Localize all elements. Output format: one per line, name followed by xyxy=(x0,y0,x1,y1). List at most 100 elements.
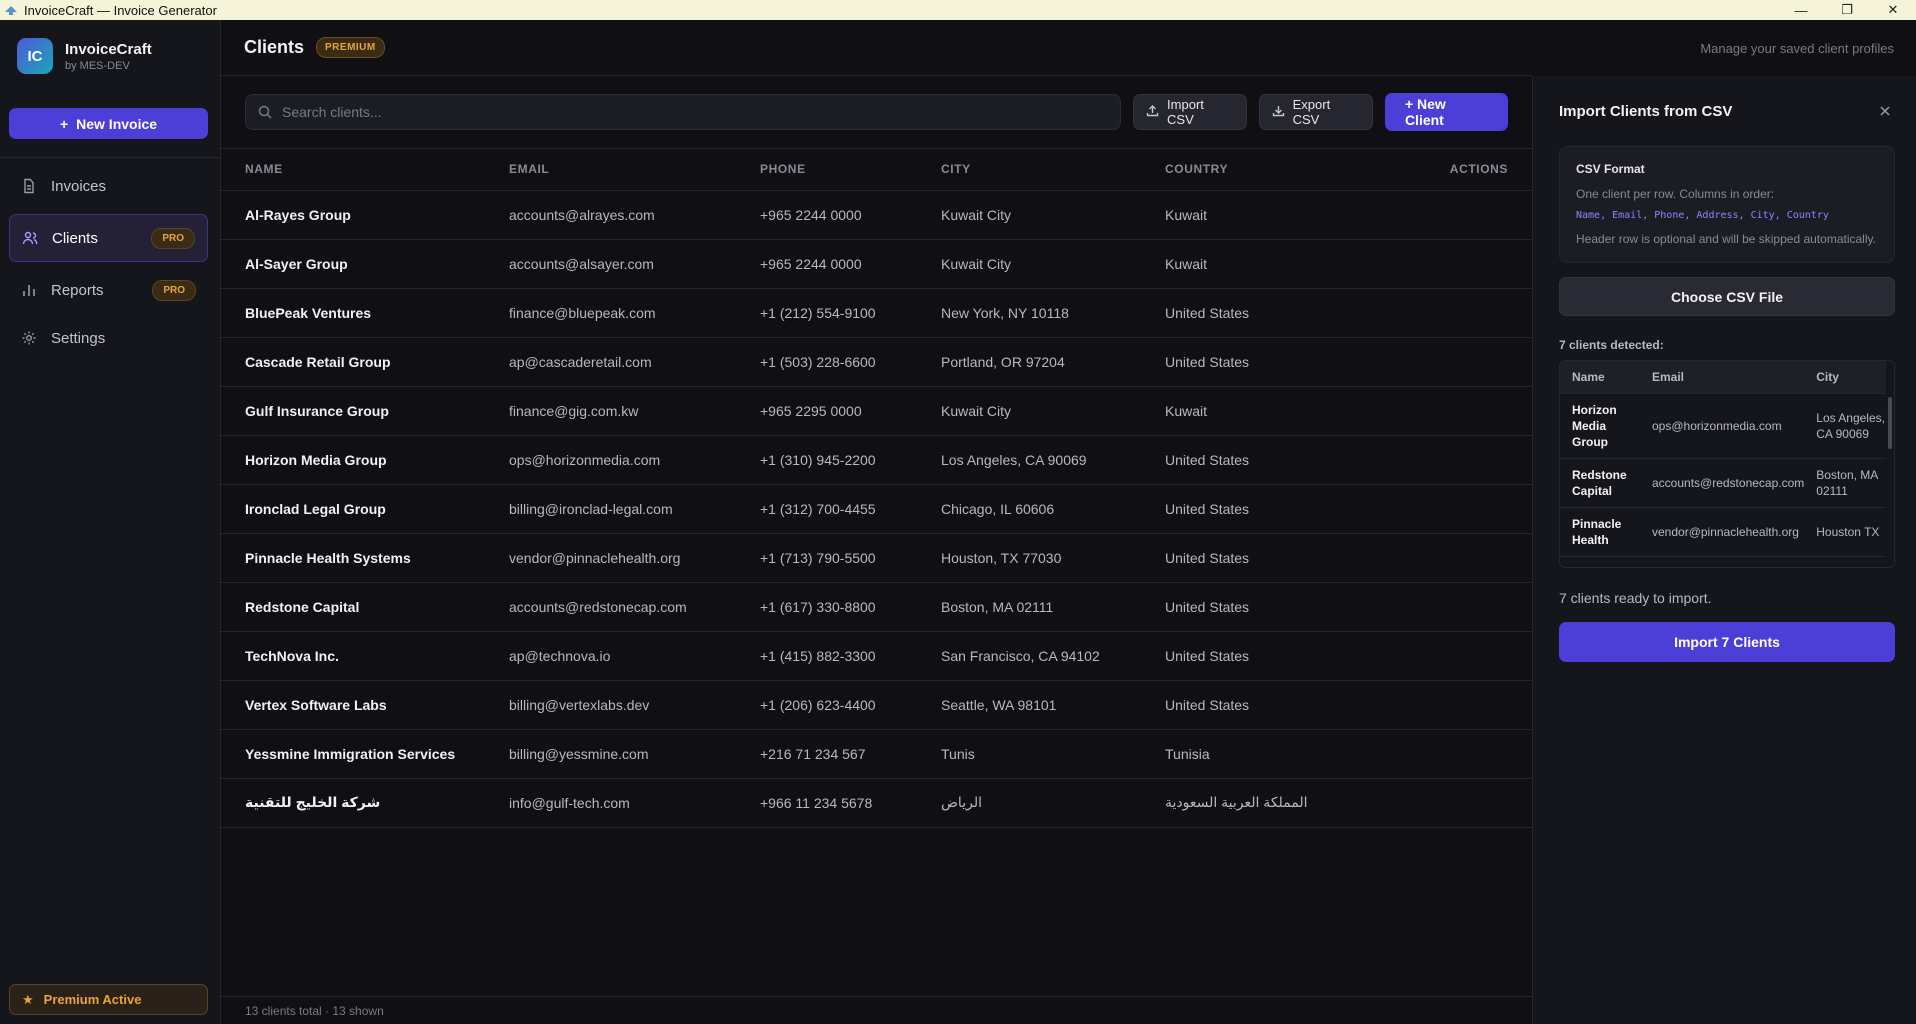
cell-email: ap@technova.io xyxy=(509,631,760,681)
table-row[interactable]: Ironclad Legal Group billing@ironclad-leg… xyxy=(221,484,1532,534)
cell-email: billing@yessmine.com xyxy=(509,729,760,779)
export-csv-button[interactable]: Export CSV xyxy=(1258,94,1373,130)
import-clients-button[interactable]: Import 7 Clients xyxy=(1559,622,1895,662)
table-row[interactable]: TechNova Inc. ap@technova.io +1 (415) 882-… xyxy=(221,631,1532,681)
cell-actions xyxy=(1365,582,1532,632)
cell-email: vendor@pinnaclehealth.org xyxy=(509,533,760,583)
close-window-button[interactable]: ✕ xyxy=(1870,0,1916,20)
table-row[interactable]: Gulf Insurance Group finance@gig.com.kw +9… xyxy=(221,386,1532,436)
preview-header-row: Name Email City xyxy=(1560,361,1886,394)
plus-icon: + xyxy=(59,115,69,132)
preview-scrollbar[interactable] xyxy=(1888,397,1892,449)
cell-city: Los Angeles, CA 90069 xyxy=(941,435,1165,485)
cell-country: Kuwait xyxy=(1165,386,1365,436)
brand: IC InvoiceCraft by MES-DEV xyxy=(0,20,220,92)
sidebar-item-label: Settings xyxy=(51,329,106,347)
choose-csv-file-button[interactable]: Choose CSV File xyxy=(1559,277,1895,316)
maximize-button[interactable]: ❐ xyxy=(1824,0,1870,20)
premium-badge: PREMIUM xyxy=(316,37,385,58)
cell-country: United States xyxy=(1165,435,1365,485)
cell-phone: +1 (312) 700-4455 xyxy=(760,484,941,534)
sidebar-item-settings[interactable]: Settings xyxy=(9,318,208,358)
column-header-actions: ACTIONS xyxy=(1365,149,1532,191)
cell-actions xyxy=(1365,631,1532,681)
cell-country: Tunisia xyxy=(1165,729,1365,779)
preview-row: Horizon Media Group ops@horizonmedia.com L… xyxy=(1560,393,1886,459)
app-icon xyxy=(4,3,18,17)
table-row[interactable]: Pinnacle Health Systems vendor@pinnaclehe… xyxy=(221,533,1532,583)
preview-column-name: Name xyxy=(1560,361,1640,394)
window-titlebar: InvoiceCraft — Invoice Generator — ❐ ✕ xyxy=(0,0,1916,20)
cell-actions xyxy=(1365,239,1532,289)
panel-title: Import Clients from CSV xyxy=(1559,102,1733,120)
cell-phone: +965 2295 0000 xyxy=(760,386,941,436)
sidebar-item-clients[interactable]: Clients PRO xyxy=(9,214,208,262)
cell-name: TechNova Inc. xyxy=(221,631,509,681)
cell-country: المملكة العربية السعودية xyxy=(1165,778,1365,828)
cell-email: ops@horizonmedia.com xyxy=(509,435,760,485)
preview-cell-name: Redstone Capital xyxy=(1560,458,1640,508)
table-row[interactable]: Al-Sayer Group accounts@alsayer.com +965 2… xyxy=(221,239,1532,289)
cell-city: Kuwait City xyxy=(941,386,1165,436)
cell-name: Gulf Insurance Group xyxy=(221,386,509,436)
pro-badge: PRO xyxy=(151,227,195,249)
cell-actions xyxy=(1365,484,1532,534)
sidebar-item-reports[interactable]: Reports PRO xyxy=(9,270,208,310)
page-title: Clients xyxy=(244,37,305,57)
cell-country: United States xyxy=(1165,337,1365,387)
sidebar-item-label: Reports xyxy=(51,281,104,299)
cell-country: United States xyxy=(1165,680,1365,730)
cell-actions xyxy=(1365,288,1532,338)
cell-actions xyxy=(1365,435,1532,485)
new-invoice-button[interactable]: + New Invoice xyxy=(9,108,208,139)
table-row[interactable]: Cascade Retail Group ap@cascaderetail.com… xyxy=(221,337,1532,387)
cell-email: billing@vertexlabs.dev xyxy=(509,680,760,730)
sidebar-nav: Invoices Clients PRO Reports PRO Setting… xyxy=(9,166,208,366)
table-row[interactable]: شركة الخليج للتقنية info@gulf-tech.com +96… xyxy=(221,778,1532,828)
cell-country: United States xyxy=(1165,484,1365,534)
sidebar-item-invoices[interactable]: Invoices xyxy=(9,166,208,206)
minimize-button[interactable]: — xyxy=(1778,0,1824,20)
import-csv-button[interactable]: Import CSV xyxy=(1133,94,1247,130)
cell-country: Kuwait xyxy=(1165,190,1365,240)
column-header-country[interactable]: COUNTRY xyxy=(1165,149,1365,191)
premium-active-button[interactable]: ★ Premium Active xyxy=(9,984,208,1015)
import-preview-table[interactable]: Name Email City Horizon Media Group ops@h… xyxy=(1559,360,1895,568)
page-subtitle: Manage your saved client profiles xyxy=(1700,40,1894,56)
column-header-phone[interactable]: PHONE xyxy=(760,149,941,191)
cell-name: BluePeak Ventures xyxy=(221,288,509,338)
cell-phone: +965 2244 0000 xyxy=(760,239,941,289)
close-icon[interactable] xyxy=(1878,104,1892,118)
cell-actions xyxy=(1365,680,1532,730)
cell-phone: +1 (310) 945-2200 xyxy=(760,435,941,485)
cell-city: Boston, MA 02111 xyxy=(941,582,1165,632)
table-footer: 13 clients total · 13 shown xyxy=(221,996,1532,1024)
table-row[interactable]: Al-Rayes Group accounts@alrayes.com +965 2… xyxy=(221,190,1532,240)
sidebar-item-label: Clients xyxy=(52,229,98,247)
search-box xyxy=(245,94,1122,130)
preview-column-city: City xyxy=(1804,361,1886,394)
preview-row: Pinnacle Health vendor@pinnaclehealth.org… xyxy=(1560,507,1886,557)
cell-country: United States xyxy=(1165,533,1365,583)
brand-logo: IC xyxy=(17,38,53,74)
cell-country: United States xyxy=(1165,288,1365,338)
cell-city: Kuwait City xyxy=(941,239,1165,289)
column-header-city[interactable]: CITY xyxy=(941,149,1165,191)
table-row[interactable]: Horizon Media Group ops@horizonmedia.com +… xyxy=(221,435,1532,485)
cell-phone: +216 71 234 567 xyxy=(760,729,941,779)
search-input[interactable] xyxy=(282,104,1102,120)
cell-phone: +966 11 234 5678 xyxy=(760,778,941,828)
preview-cell-email: accounts@redstonecap.com xyxy=(1640,458,1805,508)
cell-country: Kuwait xyxy=(1165,239,1365,289)
table-row[interactable]: Redstone Capital accounts@redstonecap.com… xyxy=(221,582,1532,632)
column-header-email[interactable]: EMAIL xyxy=(509,149,760,191)
table-row[interactable]: BluePeak Ventures finance@bluepeak.com +1 … xyxy=(221,288,1532,338)
pro-badge: PRO xyxy=(152,279,196,301)
cell-email: billing@ironclad-legal.com xyxy=(509,484,760,534)
new-client-button[interactable]: + New Client xyxy=(1384,93,1508,131)
table-row[interactable]: Vertex Software Labs billing@vertexlabs.d… xyxy=(221,680,1532,730)
table-row[interactable]: Yessmine Immigration Services billing@yes… xyxy=(221,729,1532,779)
cell-city: الرياض xyxy=(941,778,1165,828)
column-header-name[interactable]: NAME xyxy=(221,149,509,191)
sidebar-item-label: Invoices xyxy=(51,177,107,195)
